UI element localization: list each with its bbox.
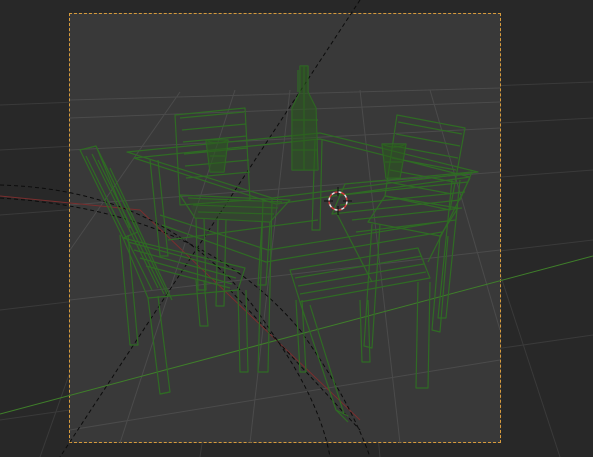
chair-front-left <box>79 145 249 395</box>
x-axis-line <box>0 195 361 421</box>
3d-viewport[interactable] <box>0 0 593 457</box>
camera-frustum <box>0 0 371 457</box>
y-axis-line <box>0 255 593 415</box>
scene-overlay <box>0 0 593 457</box>
